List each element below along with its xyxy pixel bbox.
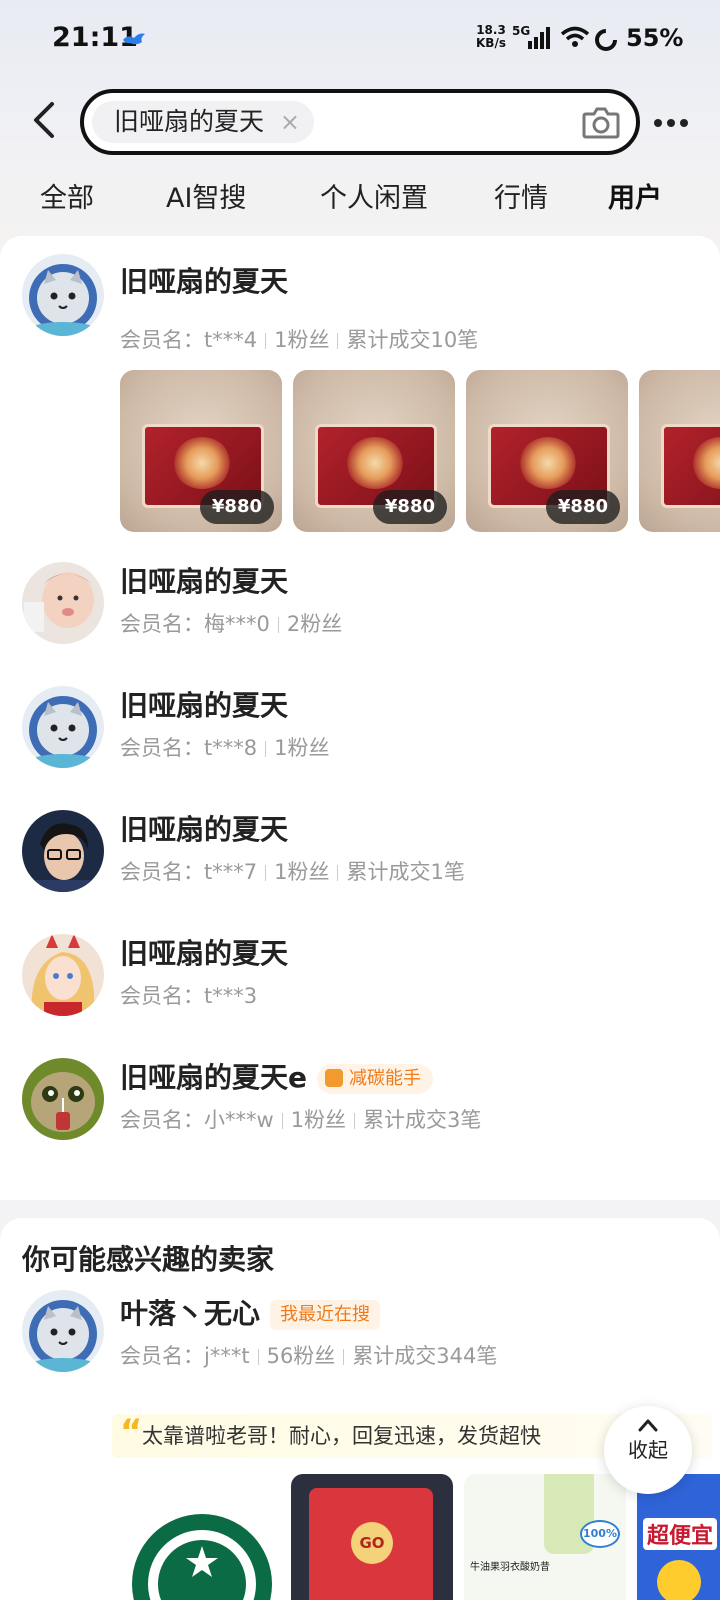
avatar[interactable] (22, 686, 104, 768)
item-thumbnail[interactable]: 100% 牛油果羽衣酸奶昔 (464, 1474, 626, 1600)
anime-girl-avatar (22, 934, 104, 1016)
item-thumbnail[interactable]: ¥880 (466, 370, 628, 532)
user-result[interactable]: 旧哑扇的夏天 会员名：梅***0 2粉丝 (0, 562, 720, 652)
seller-name[interactable]: 叶落丶无心 我最近在搜 (120, 1292, 381, 1332)
avatar[interactable] (22, 810, 104, 892)
user-items: ¥880 ¥880 ¥880 (120, 370, 720, 532)
collapse-button[interactable]: 收起 (604, 1406, 692, 1494)
user-name: 旧哑扇的夏天 (120, 937, 289, 970)
battery-saver-icon (595, 29, 617, 51)
user-name: 旧哑扇的夏天 (120, 565, 289, 598)
avatar[interactable] (22, 934, 104, 1016)
tab-users[interactable]: 用户 (608, 176, 666, 215)
bird-app-icon (123, 33, 145, 45)
go-label: GO (351, 1522, 393, 1564)
item-price: ¥880 (372, 490, 447, 524)
tab-personal-idle[interactable]: 个人闲置 (320, 176, 428, 215)
item-thumbnail[interactable]: GO (291, 1474, 453, 1600)
percent-label: 100% (580, 1520, 620, 1548)
promo-label: 超便宜 (643, 1518, 718, 1550)
user-meta: 会员名：t***4 1粉丝 累计成交10笔 (120, 328, 479, 352)
user-meta: 会员名：小***w 1粉丝 累计成交3笔 (120, 1108, 482, 1132)
user-meta: 会员名：t***3 (120, 984, 258, 1008)
user-name: 旧哑扇的夏天 (120, 813, 289, 846)
item-thumbnail[interactable] (639, 370, 720, 532)
chevron-up-icon (638, 1419, 658, 1432)
user-result[interactable]: 旧哑扇的夏天e 减碳能手 会员名：小***w 1粉丝 累计成交3笔 (0, 1058, 720, 1148)
collapse-label: 收起 (628, 1438, 668, 1462)
user-meta: 会员名：梅***0 2粉丝 (120, 612, 343, 636)
signal-icon (528, 27, 550, 49)
seller-meta: 会员名：j***t 56粉丝 累计成交344笔 (120, 1344, 498, 1368)
user-result[interactable]: 旧哑扇的夏天 会员名：t***3 (0, 934, 720, 1024)
more-icon[interactable] (654, 112, 696, 128)
user-name: 旧哑扇的夏天e 减碳能手 (120, 1056, 433, 1096)
item-price: ¥880 (199, 490, 274, 524)
product-label: 牛油果羽衣酸奶昔 (470, 1562, 550, 1573)
camera-icon[interactable] (582, 105, 620, 139)
item-thumbnail[interactable]: ¥880 (120, 370, 282, 532)
user-name: 旧哑扇的夏天 (120, 265, 289, 298)
battery-level: 55% (626, 24, 684, 52)
coffee-logo-image (132, 1514, 272, 1600)
item-price: ¥880 (545, 490, 620, 524)
cat-astronaut-avatar (22, 254, 104, 336)
item-thumbnail[interactable] (112, 1474, 274, 1600)
cat-astronaut-avatar (22, 686, 104, 768)
user-name: 旧哑扇的夏天 (120, 689, 289, 722)
leaf-badge-icon (325, 1069, 343, 1087)
item-thumbnail[interactable]: ¥880 (293, 370, 455, 532)
avatar[interactable] (22, 254, 104, 336)
tab-market[interactable]: 行情 (494, 176, 548, 215)
recent-search-tag: 我最近在搜 (270, 1300, 381, 1330)
user-result[interactable]: 旧哑扇的夏天 会员名：t***8 1粉丝 (0, 686, 720, 776)
net-speed: 18.3 KB/s (476, 23, 506, 50)
tab-ai-search[interactable]: AI智搜 (166, 176, 246, 215)
search-query-chip[interactable]: 旧哑扇的夏天 × (92, 101, 315, 143)
user-meta: 会员名：t***7 1粉丝 累计成交1笔 (120, 860, 465, 884)
user-meta: 会员名：t***8 1粉丝 (120, 736, 330, 760)
avatar[interactable] (22, 1058, 104, 1140)
green-cat-avatar (22, 1058, 104, 1140)
section-title: 你可能感兴趣的卖家 (22, 1243, 275, 1276)
tab-all[interactable]: 全部 (40, 176, 94, 215)
search-bar[interactable]: 旧哑扇的夏天 × (80, 89, 640, 155)
user-results: 旧哑扇的夏天 会员名：t***4 1粉丝 累计成交10笔 ¥880 ¥880 ¥88… (0, 236, 720, 1200)
recommended-sellers: 你可能感兴趣的卖家 叶落丶无心 我最近在搜 会员名：j***t 56粉丝 累计成交34… (0, 1218, 720, 1600)
wifi-icon (560, 26, 590, 47)
avatar[interactable] (22, 562, 104, 644)
search-query-text: 旧哑扇的夏天 (114, 107, 265, 136)
clear-icon[interactable]: × (280, 101, 300, 143)
status-bar: 21:11 18.3 KB/s 5G 55% (0, 0, 720, 80)
carbon-badge: 减碳能手 (317, 1064, 433, 1094)
cat-astronaut-avatar (22, 1290, 104, 1372)
seller-items: GO 100% 牛油果羽衣酸奶昔 超便宜 (112, 1474, 720, 1600)
back-icon[interactable] (30, 100, 60, 140)
user-result[interactable]: 旧哑扇的夏天 会员名：t***7 1粉丝 累计成交1笔 (0, 810, 720, 900)
category-tabs: 全部 AI智搜 个人闲置 行情 用户 (0, 176, 720, 224)
avatar[interactable] (22, 1290, 104, 1372)
user-result[interactable]: 旧哑扇的夏天 会员名：t***4 1粉丝 累计成交10笔 ¥880 ¥880 ¥88… (0, 254, 720, 544)
person-glasses-avatar (22, 810, 104, 892)
baby-photo-avatar (22, 562, 104, 644)
